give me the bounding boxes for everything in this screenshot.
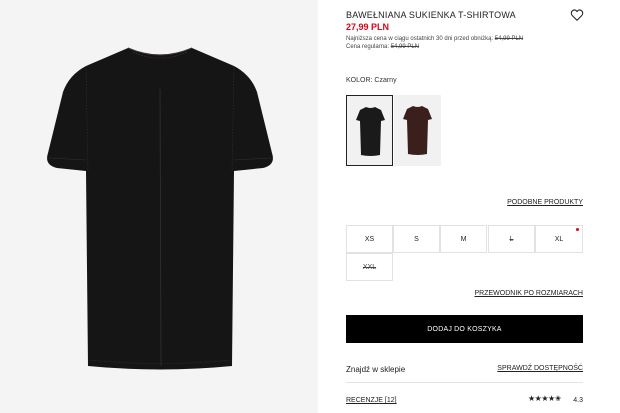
regular-price-label: Cena regularna:	[346, 44, 391, 50]
size-option-xs[interactable]: XS	[346, 225, 393, 253]
product-info: BAWEŁNIANA SUKIENKA T-SHIRTOWA 27,99 PLN…	[346, 0, 584, 413]
reviews-link[interactable]: RECENZJE [12]	[346, 397, 397, 404]
star-rating-icon: ★★★★✬	[528, 394, 561, 403]
color-swatch-black[interactable]	[346, 95, 393, 166]
lowest-price-label: Najniższa cena w ciągu ostatnich 30 dni …	[346, 36, 495, 42]
add-to-cart-button[interactable]: DODAJ DO KOSZYKA	[346, 315, 583, 343]
dress-illustration	[47, 47, 273, 370]
color-label: KOLOR: Czarny	[346, 77, 397, 84]
color-swatch-brown[interactable]	[394, 95, 441, 166]
size-option-s[interactable]: S	[393, 225, 440, 253]
check-availability-link[interactable]: SPRAWDŹ DOSTĘPNOŚĆ	[497, 365, 583, 372]
size-option-xxl[interactable]: XXL	[346, 253, 393, 281]
lowest-price-note: Najniższa cena w ciągu ostatnich 30 dni …	[346, 36, 523, 42]
heart-icon[interactable]	[570, 8, 584, 22]
size-option-xl-label: XL	[554, 235, 564, 243]
brown-dress-thumbnail	[403, 106, 432, 155]
product-title: BAWEŁNIANA SUKIENKA T-SHIRTOWA	[346, 10, 516, 20]
find-in-store-label: Znajdź w sklepie	[346, 365, 406, 374]
black-dress-thumbnail	[356, 107, 385, 156]
size-option-xl[interactable]: XL	[535, 225, 583, 253]
product-image[interactable]	[0, 0, 318, 413]
lowest-price-value: 54,99 PLN	[494, 36, 524, 42]
regular-price-value: 54,99 PLN	[390, 44, 420, 50]
size-option-l[interactable]: L	[488, 225, 535, 253]
size-guide-link[interactable]: PRZEWODNIK PO ROZMIARACH	[474, 290, 583, 297]
similar-products-link[interactable]: PODOBNE PRODUKTY	[507, 199, 583, 206]
rating-value: 4.3	[573, 397, 583, 404]
divider	[346, 382, 583, 383]
regular-price: Cena regularna: 54,99 PLN	[346, 44, 419, 50]
sale-price: 27,99 PLN	[346, 22, 390, 32]
size-option-m[interactable]: M	[440, 225, 487, 253]
low-stock-indicator	[576, 228, 579, 231]
